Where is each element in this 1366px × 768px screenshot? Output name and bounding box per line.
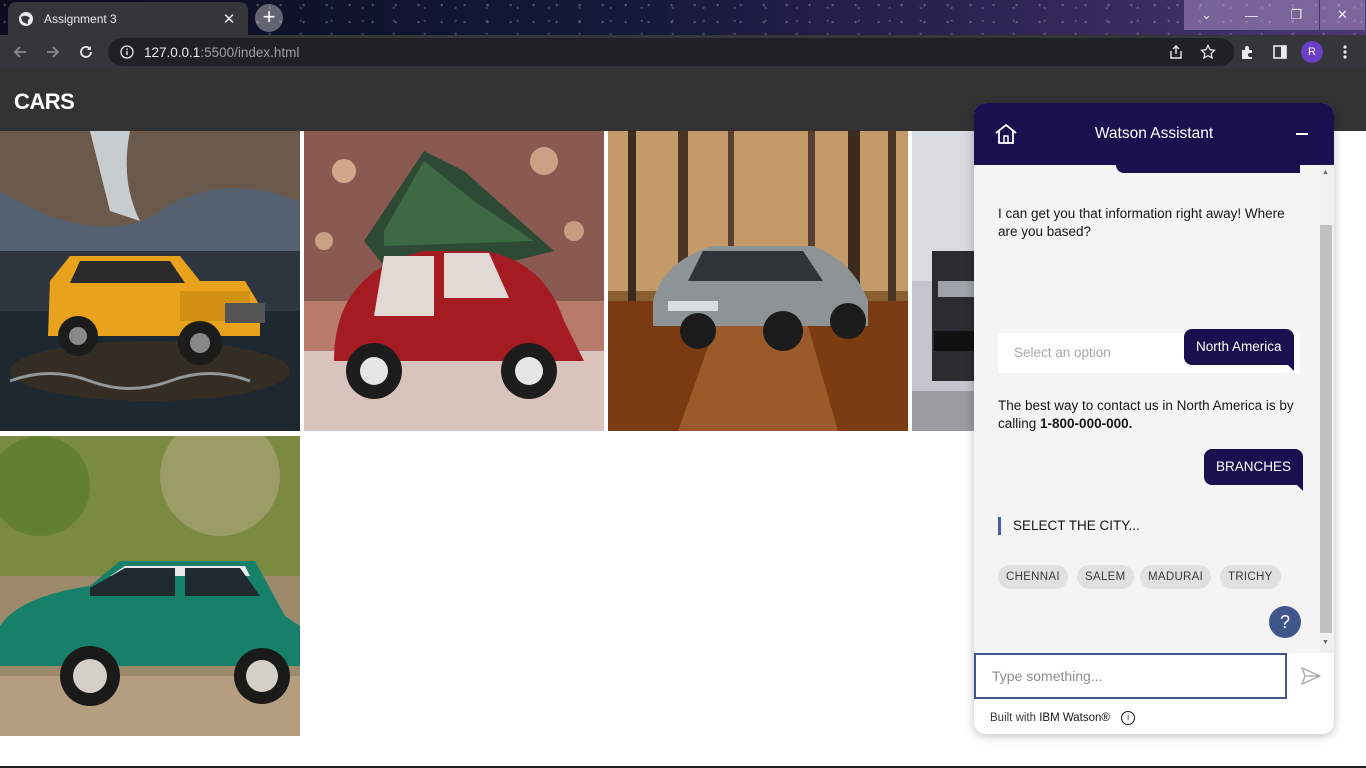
minimize-icon[interactable] <box>1296 133 1308 135</box>
previous-user-message <box>1116 165 1300 173</box>
close-window-icon[interactable]: ✕ <box>1320 0 1365 30</box>
contact-phone: 1-800-000-000. <box>1040 416 1133 431</box>
assistant-title: Watson Assistant <box>1094 125 1214 142</box>
message-input[interactable]: Type something... <box>974 653 1287 699</box>
watson-assistant-widget: Watson Assistant I can get you that info… <box>974 103 1334 734</box>
page-title: CARS <box>14 89 75 114</box>
profile-avatar[interactable]: R <box>1301 41 1323 63</box>
extensions-icon[interactable] <box>1238 42 1258 62</box>
footer-brand: IBM Watson® <box>1039 712 1110 724</box>
yellow-hummer-photo[interactable] <box>0 131 300 431</box>
select-placeholder: Select an option <box>1014 345 1111 360</box>
scroll-up-arrow-icon[interactable]: ▲ <box>1322 169 1329 176</box>
bookmark-star-icon[interactable] <box>1198 42 1218 62</box>
red-beetle-tree-photo[interactable] <box>304 131 604 431</box>
url-host: 127.0.0.1 <box>144 44 201 60</box>
browser-toolbar: 127.0.0.1:5500/index.html R <box>0 35 1366 69</box>
side-panel-icon[interactable] <box>1270 42 1290 62</box>
info-icon[interactable]: i <box>1121 710 1136 725</box>
address-bar[interactable]: 127.0.0.1:5500/index.html <box>108 38 1234 66</box>
forward-icon[interactable] <box>41 40 65 64</box>
restore-window-icon[interactable]: ❐ <box>1274 0 1319 30</box>
bot-greeting-message: I can get you that information right awa… <box>998 206 1285 239</box>
chat-scrollbar[interactable]: ▲ ▼ <box>1320 165 1334 653</box>
home-icon[interactable] <box>994 123 1018 145</box>
site-info-icon[interactable] <box>120 45 134 59</box>
scroll-down-arrow-icon[interactable]: ▼ <box>1322 639 1329 646</box>
green-mini-photo[interactable] <box>0 436 300 736</box>
footer-prefix: Built with <box>990 712 1040 724</box>
url-path: :5500/index.html <box>200 44 300 60</box>
city-option-trichy[interactable]: TRICHY <box>1220 565 1281 589</box>
city-option-salem[interactable]: SALEM <box>1077 565 1134 589</box>
send-icon <box>1300 667 1321 685</box>
bot-contact-message: The best way to contact us in North Amer… <box>998 397 1298 433</box>
grey-bmw-forest-photo[interactable] <box>608 131 908 431</box>
browser-tab[interactable]: Assignment 3 ✕ <box>8 2 248 35</box>
scrollbar-thumb[interactable] <box>1320 225 1332 633</box>
user-message-branches: BRANCHES <box>1204 449 1304 491</box>
back-icon[interactable] <box>8 40 32 64</box>
assistant-footer: Built with IBM Watson® i <box>974 699 1334 734</box>
new-tab-button[interactable]: + <box>255 4 283 32</box>
share-icon[interactable] <box>1166 42 1186 62</box>
tab-title: Assignment 3 <box>44 11 117 26</box>
reload-icon[interactable] <box>74 40 98 64</box>
chat-transcript: I can get you that information right awa… <box>974 165 1320 653</box>
minimize-window-icon[interactable]: — <box>1229 0 1274 30</box>
browser-menu-icon[interactable] <box>1335 42 1355 62</box>
city-option-chennai[interactable]: CHENNAI <box>998 565 1068 589</box>
city-prompt: SELECT THE CITY... <box>998 517 1140 535</box>
globe-icon <box>19 11 33 26</box>
browser-tab-strip: Assignment 3 ✕ + ⌄ — ❐ ✕ <box>0 0 1366 35</box>
assistant-header: Watson Assistant <box>974 103 1334 165</box>
tab-search-chevron-icon[interactable]: ⌄ <box>1184 0 1229 30</box>
close-tab-icon[interactable]: ✕ <box>220 10 238 28</box>
user-message-north-america: North America <box>1184 329 1294 371</box>
city-option-madurai[interactable]: MADURAI <box>1140 565 1212 589</box>
help-button[interactable]: ? <box>1269 606 1301 638</box>
send-button[interactable] <box>1287 653 1334 699</box>
